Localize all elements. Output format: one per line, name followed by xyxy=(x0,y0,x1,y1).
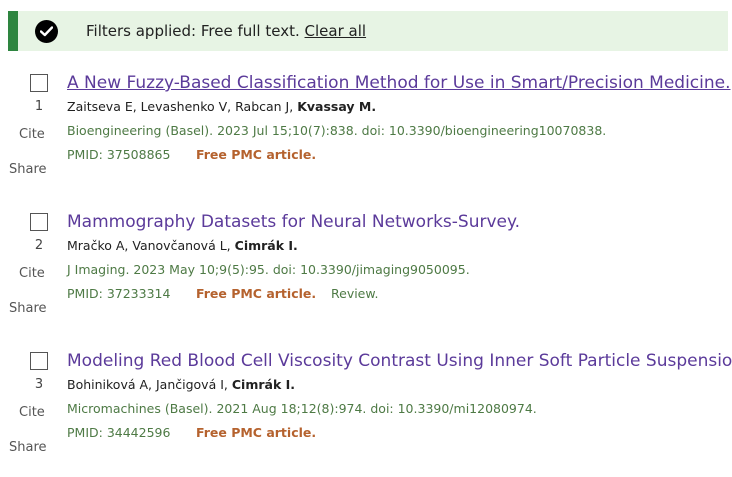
authors-list: Bohiniková A, Jančigová I, xyxy=(67,377,228,392)
authors-list: Mračko A, Vanovčanová L, xyxy=(67,238,231,253)
result-citation: Micromachines (Basel). 2021 Aug 18;12(8)… xyxy=(67,401,537,416)
highlighted-author: Cimrák I. xyxy=(231,377,296,392)
pmid: PMID: 34442596 xyxy=(67,425,171,440)
share-button[interactable]: Share xyxy=(9,301,47,316)
select-result-checkbox[interactable] xyxy=(30,213,48,231)
free-pmc-article-link[interactable]: Free PMC article. xyxy=(196,425,316,440)
banner-message: Filters applied: Free full text. Clear a… xyxy=(86,22,366,40)
cite-button[interactable]: Cite xyxy=(19,266,45,281)
result-authors: Zaitseva E, Levashenko V, Rabcan J, Kvas… xyxy=(67,99,376,114)
share-button[interactable]: Share xyxy=(9,162,47,177)
search-result: 1 Cite Share A New Fuzzy-Based Classific… xyxy=(0,72,732,199)
result-title-link[interactable]: Mammography Datasets for Neural Networks… xyxy=(67,211,520,233)
free-pmc-article-link[interactable]: Free PMC article. xyxy=(196,286,316,301)
pmid-row: PMID: 37508865 Free PMC article. xyxy=(67,147,316,162)
result-title-link[interactable]: A New Fuzzy-Based Classification Method … xyxy=(67,72,731,94)
free-pmc-article-link[interactable]: Free PMC article. xyxy=(196,147,316,162)
authors-list: Zaitseva E, Levashenko V, Rabcan J, xyxy=(67,99,294,114)
result-number: 1 xyxy=(34,99,44,114)
pmid: PMID: 37508865 xyxy=(67,147,171,162)
search-result: 2 Cite Share Mammography Datasets for Ne… xyxy=(0,211,732,338)
share-button[interactable]: Share xyxy=(9,440,47,455)
result-number: 3 xyxy=(34,377,44,392)
cite-button[interactable]: Cite xyxy=(19,127,45,142)
select-result-checkbox[interactable] xyxy=(30,352,48,370)
pmid-row: PMID: 37233314 Free PMC article. Review. xyxy=(67,286,378,301)
highlighted-author: Kvassay M. xyxy=(297,99,377,114)
search-result: 3 Cite Share Modeling Red Blood Cell Vis… xyxy=(0,350,732,477)
result-citation: J Imaging. 2023 May 10;9(5):95. doi: 10.… xyxy=(67,262,470,277)
check-circle-icon xyxy=(35,20,58,43)
highlighted-author: Cimrák I. xyxy=(234,238,298,253)
result-number: 2 xyxy=(34,238,44,253)
result-authors: Bohiniková A, Jančigová I, Cimrák I. xyxy=(67,377,295,392)
result-title-link[interactable]: Modeling Red Blood Cell Viscosity Contra… xyxy=(67,350,732,372)
result-citation: Bioengineering (Basel). 2023 Jul 15;10(7… xyxy=(67,123,607,138)
pmid-row: PMID: 34442596 Free PMC article. xyxy=(67,425,316,440)
cite-button[interactable]: Cite xyxy=(19,405,45,420)
clear-all-link[interactable]: Clear all xyxy=(305,22,367,40)
pmid: PMID: 37233314 xyxy=(67,286,171,301)
banner-text: Filters applied: Free full text. xyxy=(86,22,300,40)
result-authors: Mračko A, Vanovčanová L, Cimrák I. xyxy=(67,238,298,253)
filters-applied-banner: Filters applied: Free full text. Clear a… xyxy=(8,11,728,51)
select-result-checkbox[interactable] xyxy=(30,74,48,92)
review-label: Review. xyxy=(331,286,379,301)
